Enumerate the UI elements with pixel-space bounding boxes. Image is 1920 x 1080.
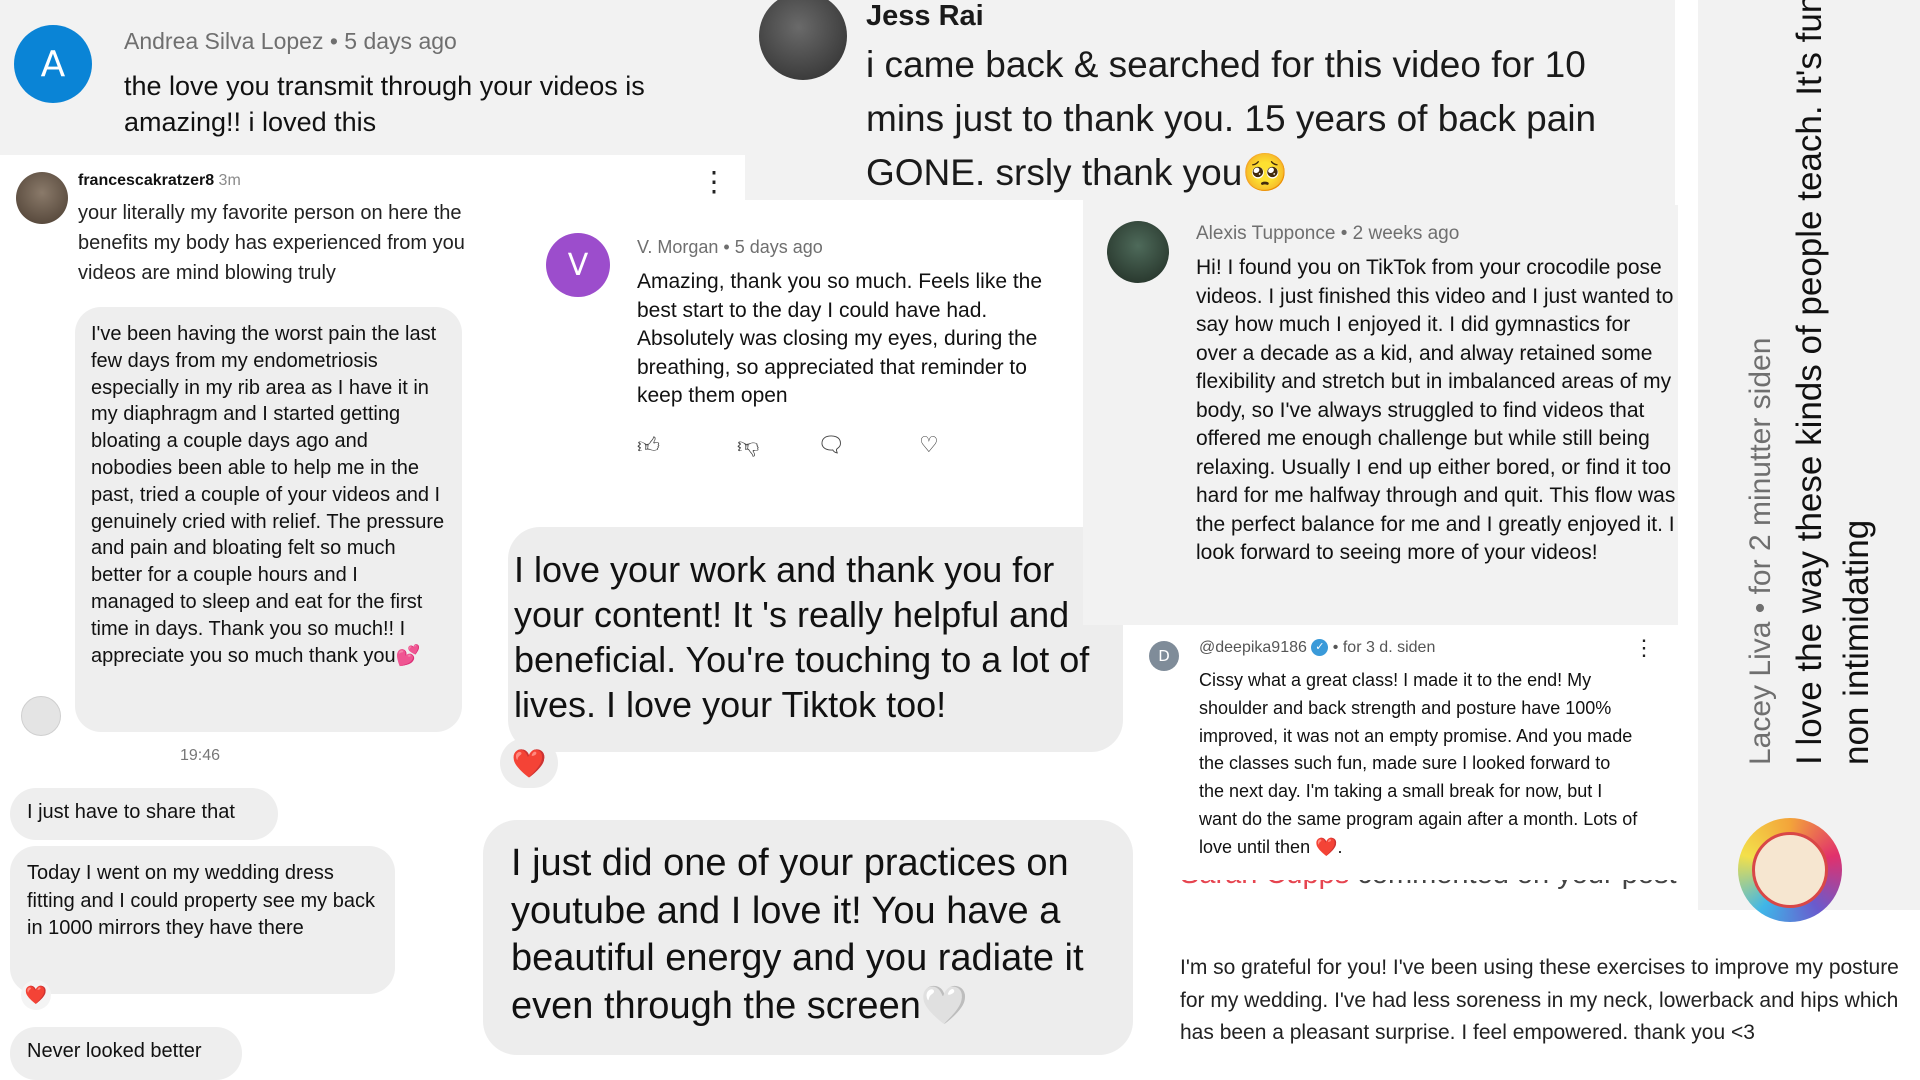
comment-text: Cissy what a great class! I made it to t… <box>1199 670 1638 857</box>
time-ago: 3m <box>218 172 241 189</box>
comment-card-andrea: A Andrea Silva Lopez • 5 days ago the lo… <box>0 0 745 155</box>
thumbs-up-icon[interactable]: 👍︎ <box>637 432 660 459</box>
avatar[interactable] <box>16 172 68 224</box>
comment-text: i came back & searched for this video fo… <box>866 44 1597 193</box>
intro-text: your literally my favorite person on her… <box>78 202 465 284</box>
message-bubble: I just have to share that <box>10 788 278 840</box>
user-avatar-icon <box>21 696 61 736</box>
handle[interactable]: @deepika9186 <box>1199 639 1307 656</box>
comment-meta: @deepika9186 ✓ • for 3 d. siden <box>1199 639 1435 657</box>
comment-actions: 👍︎ 👎︎ 🗨︎ ♡ <box>637 432 957 462</box>
comment-text: I'm so grateful for you! I've been using… <box>1180 956 1899 1044</box>
avatar[interactable] <box>1107 221 1169 283</box>
comment-text: Hi! I found you on TikTok from your croc… <box>1196 256 1676 564</box>
comment-author[interactable]: Jess Rai <box>866 0 984 33</box>
instagram-chat: francescakratzer8 3m your literally my f… <box>0 160 545 1080</box>
commenter-name[interactable]: Sarah Cupps <box>1180 880 1349 890</box>
username-text: francescakratzer8 <box>78 172 215 189</box>
notification-action: commented on your post <box>1357 880 1676 890</box>
avatar[interactable]: V <box>546 233 610 297</box>
comment-card-deepika: D @deepika9186 ✓ • for 3 d. siden Cissy … <box>1133 625 1678 890</box>
thumbs-down-icon[interactable]: 👎︎ <box>737 432 759 459</box>
verified-badge-icon: ✓ <box>1311 639 1329 657</box>
comment-meta: V. Morgan • 5 days ago <box>637 237 823 257</box>
heart-icon[interactable]: ♡ <box>919 432 939 458</box>
heart-reaction-icon[interactable]: ❤️ <box>21 980 51 1010</box>
avatar[interactable] <box>759 0 847 80</box>
message-bubble-tiktok: I love your work and thank you for your … <box>508 527 1123 752</box>
comment-meta: Andrea Silva Lopez • 5 days ago <box>124 28 457 54</box>
comment-card-morgan: V V. Morgan • 5 days ago Amazing, thank … <box>508 200 1083 490</box>
message-bubble-youtube: I just did one of your practices on yout… <box>483 820 1133 1055</box>
comment-text: Amazing, thank you so much. Feels like t… <box>637 270 1043 407</box>
message-text: I just did one of your practices on yout… <box>511 842 1084 1027</box>
avatar[interactable]: A <box>14 25 92 103</box>
heart-reaction-icon[interactable]: ❤️ <box>500 738 558 788</box>
notification-header: Sarah Cupps commented on your post <box>1180 880 1677 891</box>
time-ago: • for 3 d. siden <box>1332 639 1436 656</box>
more-options-icon[interactable]: ⋮ <box>700 168 728 196</box>
comment-meta: Alexis Tupponce • 2 weeks ago <box>1196 223 1460 244</box>
comment-card-lacey: Lacey Liva • for 2 minutter siden I love… <box>1698 0 1920 910</box>
more-options-icon[interactable]: ⋮ <box>1633 637 1655 659</box>
username[interactable]: francescakratzer8 3m <box>78 172 241 190</box>
reply-icon[interactable]: 🗨︎ <box>817 432 845 458</box>
comment-text: the love you transmit through your video… <box>124 71 645 137</box>
message-text: I love your work and thank you for your … <box>514 549 1090 725</box>
rotated-content: Lacey Liva • for 2 minutter siden I love… <box>1698 0 1920 775</box>
comment-card-jess: Jess Rai i came back & searched for this… <box>745 0 1675 205</box>
avatar[interactable] <box>1738 818 1842 922</box>
avatar[interactable]: D <box>1149 641 1179 671</box>
timestamp: 19:46 <box>180 747 221 764</box>
message-bubble: Never looked better <box>10 1027 242 1080</box>
comment-text: I love the way these kinds of people tea… <box>1790 0 1876 765</box>
comment-meta: Lacey Liva • for 2 minutter siden <box>1744 337 1777 765</box>
comment-card-alexis: Alexis Tupponce • 2 weeks ago Hi! I foun… <box>1083 205 1678 625</box>
message-bubble: Today I went on my wedding dress fitting… <box>10 846 395 994</box>
message-bubble: I've been having the worst pain the last… <box>75 307 462 732</box>
